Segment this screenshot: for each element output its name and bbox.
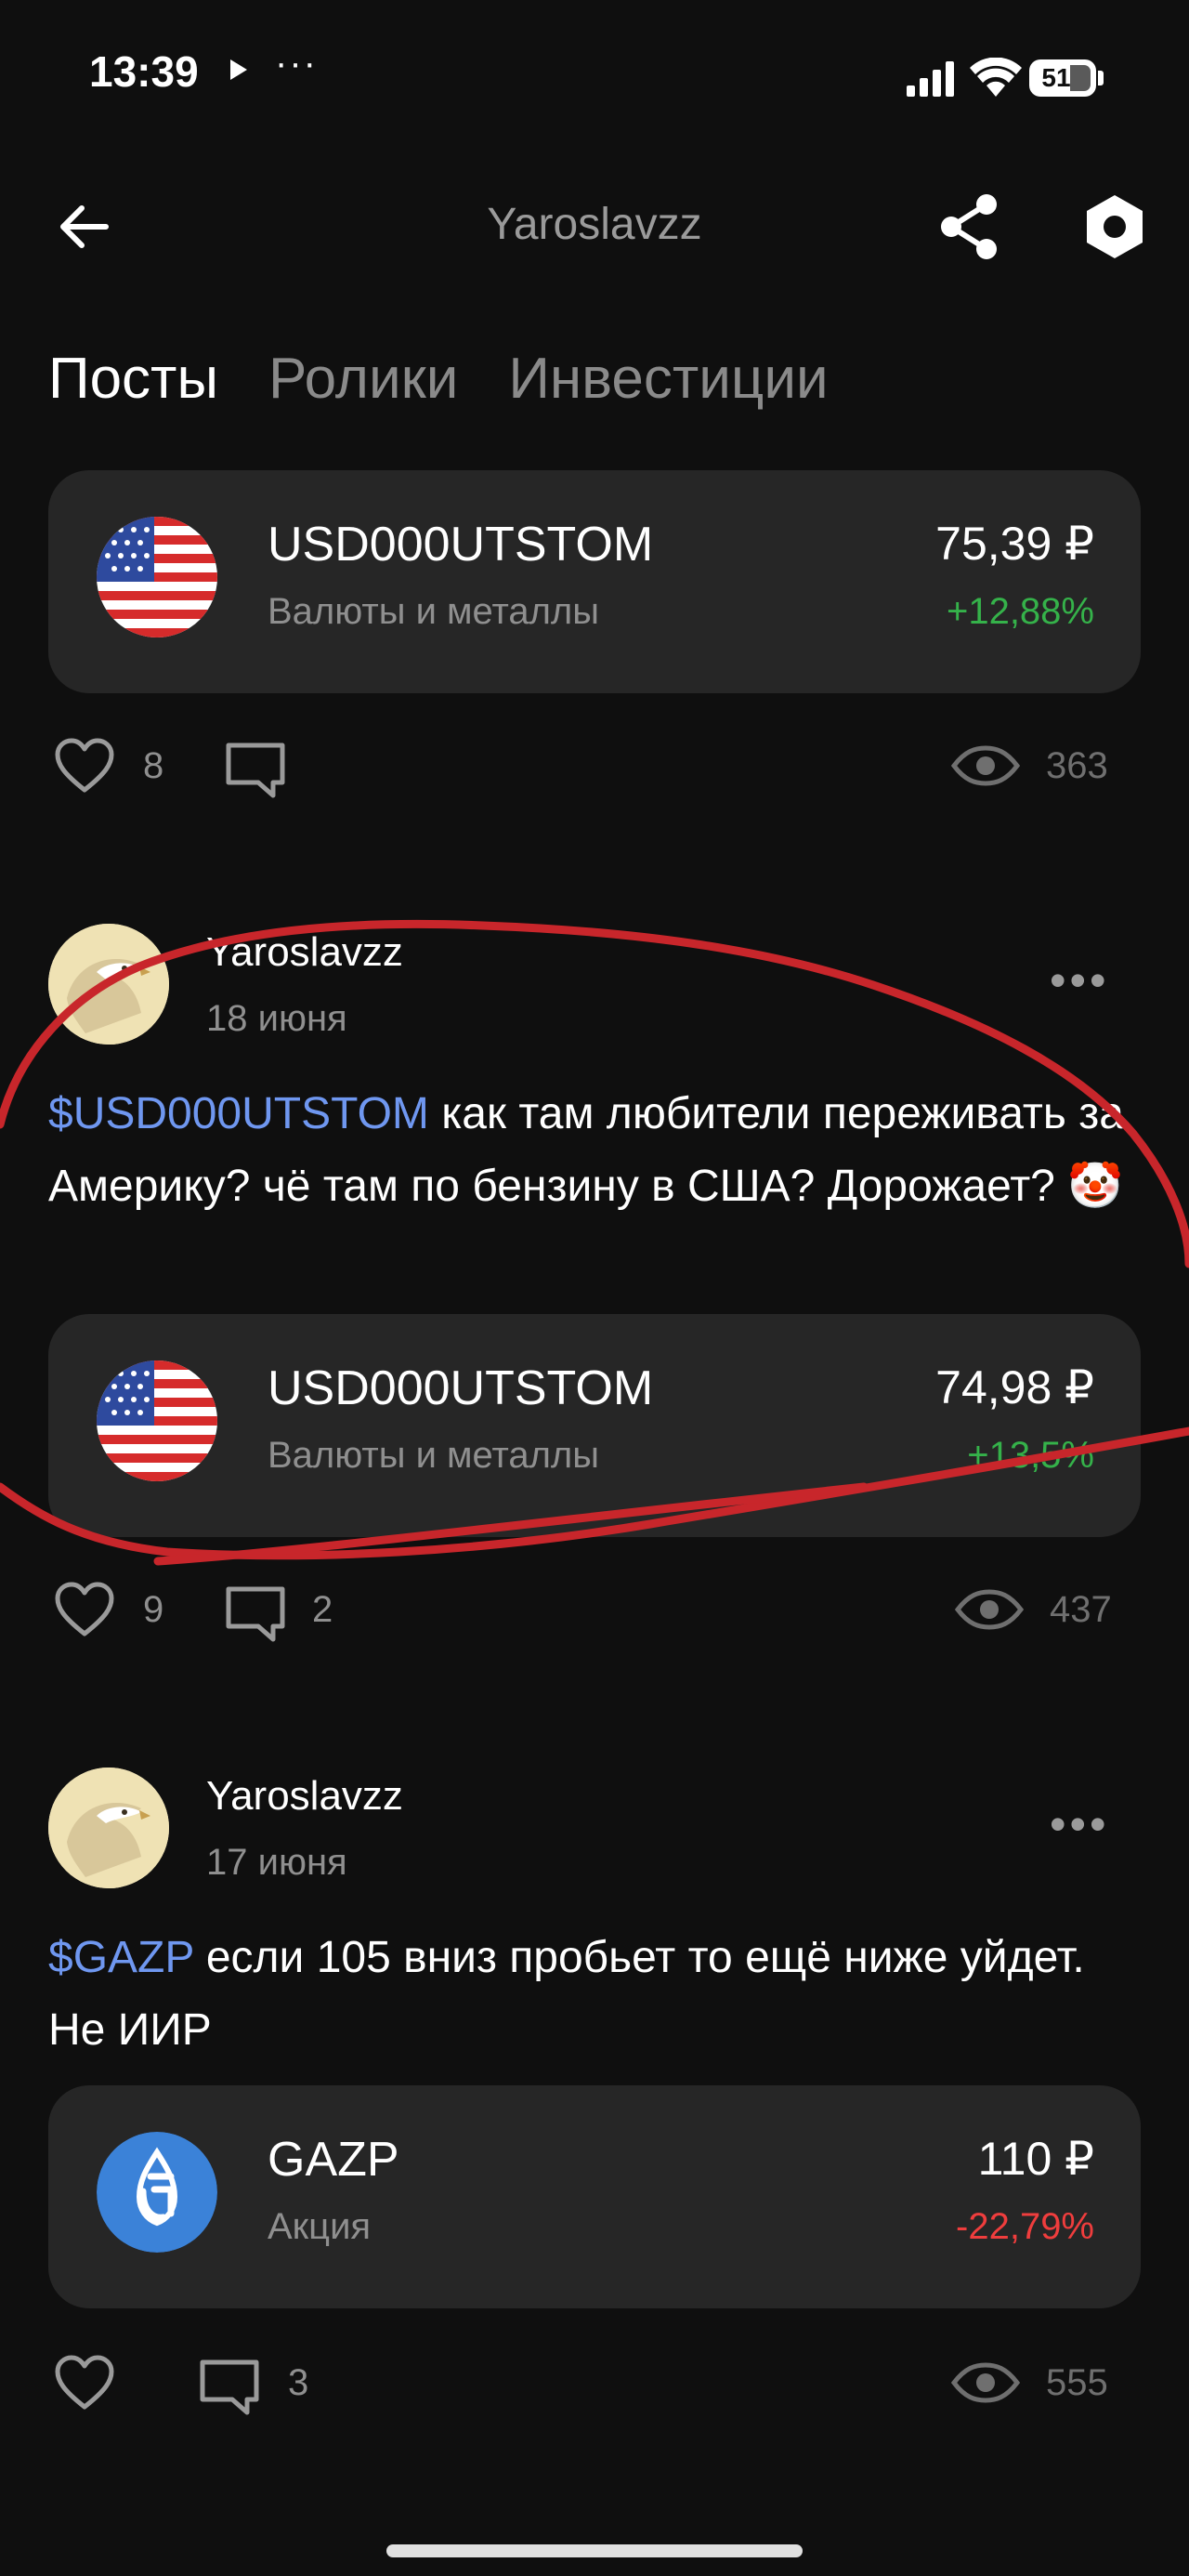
instrument-card[interactable]: USD000UTSTOM Валюты и металлы 75,39 ₽ +1…	[48, 470, 1141, 693]
card-type: Валюты и металлы	[268, 591, 599, 632]
comment-icon[interactable]	[223, 1584, 288, 1645]
home-indicator[interactable]	[386, 2544, 803, 2557]
play-icon	[230, 59, 247, 80]
post-text: $GAZP если 105 вниз пробьет то ещё ниже …	[48, 1922, 1144, 2067]
likes-count: 9	[143, 1589, 164, 1630]
battery-tip	[1098, 71, 1104, 85]
battery-level: 51	[1041, 63, 1071, 92]
comments-count: 3	[288, 2362, 309, 2403]
settings-icon	[1087, 195, 1143, 258]
post-date: 17 июня	[206, 1842, 347, 1883]
eye-icon	[951, 745, 1020, 786]
tabs: Посты Ролики Инвестиции	[48, 346, 829, 412]
post-body: если 105 вниз пробьет то ещё ниже уйдет.…	[48, 1933, 1085, 2055]
card-ticker: USD000UTSTOM	[268, 1361, 654, 1415]
comment-icon[interactable]	[197, 2357, 262, 2418]
share-button[interactable]	[934, 191, 1005, 262]
share-icon	[941, 194, 997, 259]
page-title: Yaroslavzz	[487, 200, 702, 249]
card-type: Акция	[268, 2206, 372, 2247]
tab-videos[interactable]: Ролики	[268, 346, 458, 412]
views-count: 555	[1046, 2362, 1108, 2403]
us-flag-icon	[97, 517, 217, 637]
card-ticker: GAZP	[268, 2133, 399, 2187]
instrument-card[interactable]: USD000UTSTOM Валюты и металлы 74,98 ₽ +1…	[48, 1314, 1141, 1537]
heart-icon[interactable]	[54, 738, 115, 794]
status-time: 13:39	[89, 47, 199, 96]
clown-emoji: 🤡	[1067, 1162, 1123, 1211]
card-type: Валюты и металлы	[268, 1435, 599, 1476]
tab-posts[interactable]: Посты	[48, 346, 218, 412]
card-change: -22,79%	[956, 2206, 1094, 2247]
battery-indicator: 51	[1029, 59, 1096, 97]
likes-count: 8	[143, 745, 164, 786]
avatar[interactable]	[48, 924, 169, 1045]
card-change: +13,5%	[967, 1435, 1094, 1476]
post-text: $USD000UTSTOM как там любители переживат…	[48, 1078, 1144, 1223]
us-flag-icon	[97, 1360, 217, 1481]
status-dots: ···	[275, 43, 318, 84]
card-price: 110 ₽	[977, 2133, 1094, 2185]
more-icon[interactable]: •••	[1050, 953, 1110, 1007]
avatar[interactable]	[48, 1768, 169, 1888]
eye-icon	[951, 2362, 1020, 2403]
post-author[interactable]: Yaroslavzz	[206, 1773, 403, 1820]
more-icon[interactable]: •••	[1050, 1797, 1110, 1851]
post-author[interactable]: Yaroslavzz	[206, 929, 403, 976]
eagle-avatar-icon	[48, 924, 169, 1045]
card-change: +12,88%	[946, 591, 1094, 632]
signal-icon	[907, 61, 954, 97]
comment-icon[interactable]	[223, 740, 288, 801]
eagle-avatar-icon	[48, 1768, 169, 1888]
heart-icon[interactable]	[54, 2355, 115, 2411]
comments-count: 2	[312, 1589, 333, 1630]
settings-button[interactable]	[1079, 191, 1150, 262]
tab-investments[interactable]: Инвестиции	[508, 346, 828, 412]
views-count: 437	[1050, 1589, 1112, 1630]
heart-icon[interactable]	[54, 1582, 115, 1637]
ticker-tag[interactable]: $GAZP	[48, 1933, 194, 1982]
ticker-tag[interactable]: $USD000UTSTOM	[48, 1089, 429, 1138]
post-date: 18 июня	[206, 998, 347, 1039]
card-price: 75,39 ₽	[935, 518, 1094, 570]
views-count: 363	[1046, 745, 1108, 786]
instrument-card[interactable]: GAZP Акция 110 ₽ -22,79%	[48, 2085, 1141, 2308]
card-price: 74,98 ₽	[935, 1361, 1094, 1413]
gazprom-logo-icon	[97, 2132, 217, 2253]
card-ticker: USD000UTSTOM	[268, 518, 654, 572]
wifi-icon	[970, 58, 1022, 97]
eye-icon	[955, 1589, 1024, 1630]
